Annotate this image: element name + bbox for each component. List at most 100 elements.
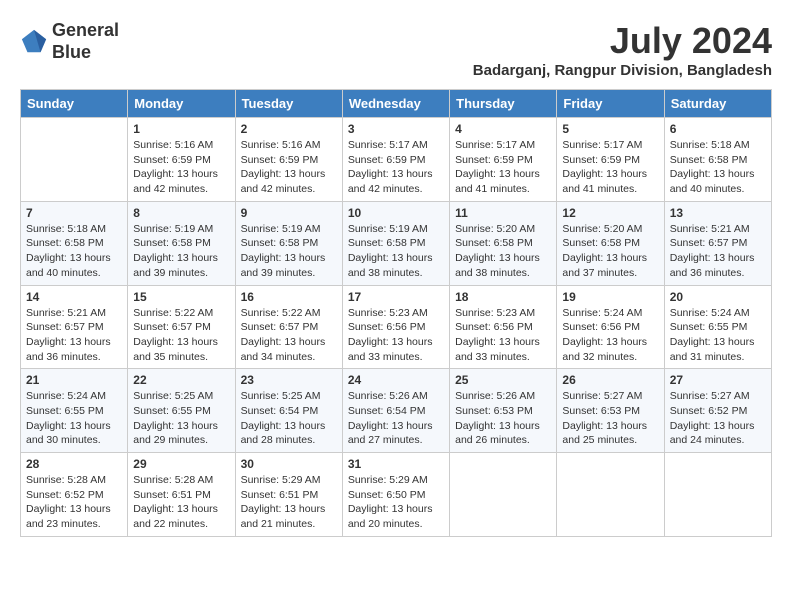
- header-friday: Friday: [557, 90, 664, 118]
- day-info: Sunrise: 5:24 AMSunset: 6:55 PMDaylight:…: [670, 306, 766, 365]
- title-section: July 2024 Badarganj, Rangpur Division, B…: [473, 20, 772, 79]
- day-info: Sunrise: 5:27 AMSunset: 6:52 PMDaylight:…: [670, 389, 766, 448]
- calendar-week-row: 28 Sunrise: 5:28 AMSunset: 6:52 PMDayligh…: [21, 453, 772, 537]
- day-info: Sunrise: 5:24 AMSunset: 6:56 PMDaylight:…: [562, 306, 658, 365]
- table-row: 5 Sunrise: 5:17 AMSunset: 6:59 PMDaylight…: [557, 118, 664, 202]
- table-row: 2Sunrise: 5:16 AMSunset: 6:59 PMDaylight…: [235, 118, 342, 202]
- day-number: 10: [348, 206, 444, 220]
- table-row: 21 Sunrise: 5:24 AMSunset: 6:55 PMDayligh…: [21, 369, 128, 453]
- table-row: 8 Sunrise: 5:19 AMSunset: 6:58 PMDaylight…: [128, 201, 235, 285]
- table-row: 1 Sunrise: 5:16 AMSunset: 6:59 PMDaylight…: [128, 118, 235, 202]
- day-info: Sunrise: 5:24 AMSunset: 6:55 PMDaylight:…: [26, 389, 122, 448]
- day-number: 6: [670, 122, 766, 136]
- day-info: Sunrise: 5:22 AMSunset: 6:57 PMDaylight:…: [241, 306, 337, 365]
- day-number: 17: [348, 290, 444, 304]
- day-number: 18: [455, 290, 551, 304]
- month-year-title: July 2024: [473, 20, 772, 62]
- table-row: 27 Sunrise: 5:27 AMSunset: 6:52 PMDayligh…: [664, 369, 771, 453]
- day-number: 24: [348, 373, 444, 387]
- day-number: 15: [133, 290, 229, 304]
- day-number: 30: [241, 457, 337, 471]
- day-number: 9: [241, 206, 337, 220]
- table-row: 13 Sunrise: 5:21 AMSunset: 6:57 PMDayligh…: [664, 201, 771, 285]
- day-number: 8: [133, 206, 229, 220]
- calendar-week-row: 21 Sunrise: 5:24 AMSunset: 6:55 PMDayligh…: [21, 369, 772, 453]
- page-header: General Blue July 2024 Badarganj, Rangpu…: [20, 20, 772, 79]
- table-row: 18Sunrise: 5:23 AMSunset: 6:56 PMDayligh…: [450, 285, 557, 369]
- day-info: Sunrise: 5:16 AMSunset: 6:59 PMDaylight:…: [133, 138, 229, 197]
- day-info: Sunrise: 5:18 AMSunset: 6:58 PMDaylight:…: [670, 138, 766, 197]
- table-row: 31 Sunrise: 5:29 AMSunset: 6:50 PMDayligh…: [342, 453, 449, 537]
- day-info: Sunrise: 5:21 AMSunset: 6:57 PMDaylight:…: [670, 222, 766, 281]
- day-number: 2: [241, 122, 337, 136]
- day-info: Sunrise: 5:17 AMSunset: 6:59 PMDaylight:…: [455, 138, 551, 197]
- table-row: 7 Sunrise: 5:18 AMSunset: 6:58 PMDaylight…: [21, 201, 128, 285]
- table-row: 6 Sunrise: 5:18 AMSunset: 6:58 PMDaylight…: [664, 118, 771, 202]
- table-row: 12 Sunrise: 5:20 AMSunset: 6:58 PMDayligh…: [557, 201, 664, 285]
- header-monday: Monday: [128, 90, 235, 118]
- day-number: 31: [348, 457, 444, 471]
- day-number: 21: [26, 373, 122, 387]
- day-number: 7: [26, 206, 122, 220]
- header-thursday: Thursday: [450, 90, 557, 118]
- table-row: 4 Sunrise: 5:17 AMSunset: 6:59 PMDaylight…: [450, 118, 557, 202]
- day-info: Sunrise: 5:20 AMSunset: 6:58 PMDaylight:…: [455, 222, 551, 281]
- day-info: Sunrise: 5:21 AMSunset: 6:57 PMDaylight:…: [26, 306, 122, 365]
- day-info: Sunrise: 5:29 AMSunset: 6:50 PMDaylight:…: [348, 473, 444, 532]
- day-number: 29: [133, 457, 229, 471]
- table-row: [21, 118, 128, 202]
- day-info: Sunrise: 5:26 AMSunset: 6:54 PMDaylight:…: [348, 389, 444, 448]
- day-info: Sunrise: 5:17 AMSunset: 6:59 PMDaylight:…: [562, 138, 658, 197]
- day-number: 4: [455, 122, 551, 136]
- day-number: 14: [26, 290, 122, 304]
- day-number: 5: [562, 122, 658, 136]
- table-row: 10 Sunrise: 5:19 AMSunset: 6:58 PMDayligh…: [342, 201, 449, 285]
- day-info: Sunrise: 5:27 AMSunset: 6:53 PMDaylight:…: [562, 389, 658, 448]
- day-number: 23: [241, 373, 337, 387]
- day-info: Sunrise: 5:25 AMSunset: 6:55 PMDaylight:…: [133, 389, 229, 448]
- day-info: Sunrise: 5:17 AMSunset: 6:59 PMDaylight:…: [348, 138, 444, 197]
- table-row: 26 Sunrise: 5:27 AMSunset: 6:53 PMDayligh…: [557, 369, 664, 453]
- day-number: 1: [133, 122, 229, 136]
- day-number: 22: [133, 373, 229, 387]
- table-row: [664, 453, 771, 537]
- day-number: 3: [348, 122, 444, 136]
- table-row: 3 Sunrise: 5:17 AMSunset: 6:59 PMDaylight…: [342, 118, 449, 202]
- calendar-table: Sunday Monday Tuesday Wednesday Thursday…: [20, 89, 772, 537]
- day-number: 13: [670, 206, 766, 220]
- day-info: Sunrise: 5:23 AMSunset: 6:56 PMDaylight:…: [348, 306, 444, 365]
- table-row: 19 Sunrise: 5:24 AMSunset: 6:56 PMDayligh…: [557, 285, 664, 369]
- calendar-week-row: 14 Sunrise: 5:21 AMSunset: 6:57 PMDayligh…: [21, 285, 772, 369]
- logo: General Blue: [20, 20, 119, 63]
- day-number: 12: [562, 206, 658, 220]
- logo-text: General Blue: [52, 20, 119, 63]
- day-number: 26: [562, 373, 658, 387]
- day-number: 25: [455, 373, 551, 387]
- header-saturday: Saturday: [664, 90, 771, 118]
- day-info: Sunrise: 5:19 AMSunset: 6:58 PMDaylight:…: [133, 222, 229, 281]
- day-number: 19: [562, 290, 658, 304]
- header-sunday: Sunday: [21, 90, 128, 118]
- table-row: 14 Sunrise: 5:21 AMSunset: 6:57 PMDayligh…: [21, 285, 128, 369]
- table-row: 22 Sunrise: 5:25 AMSunset: 6:55 PMDayligh…: [128, 369, 235, 453]
- calendar-week-row: 7 Sunrise: 5:18 AMSunset: 6:58 PMDaylight…: [21, 201, 772, 285]
- day-number: 16: [241, 290, 337, 304]
- day-info: Sunrise: 5:26 AMSunset: 6:53 PMDaylight:…: [455, 389, 551, 448]
- day-number: 27: [670, 373, 766, 387]
- table-row: [557, 453, 664, 537]
- table-row: 29 Sunrise: 5:28 AMSunset: 6:51 PMDayligh…: [128, 453, 235, 537]
- day-info: Sunrise: 5:28 AMSunset: 6:52 PMDaylight:…: [26, 473, 122, 532]
- day-info: Sunrise: 5:18 AMSunset: 6:58 PMDaylight:…: [26, 222, 122, 281]
- table-row: 28 Sunrise: 5:28 AMSunset: 6:52 PMDayligh…: [21, 453, 128, 537]
- logo-icon: [20, 28, 48, 56]
- day-info: Sunrise: 5:28 AMSunset: 6:51 PMDaylight:…: [133, 473, 229, 532]
- day-info: Sunrise: 5:19 AMSunset: 6:58 PMDaylight:…: [348, 222, 444, 281]
- day-number: 11: [455, 206, 551, 220]
- location-subtitle: Badarganj, Rangpur Division, Bangladesh: [473, 62, 772, 79]
- table-row: 24 Sunrise: 5:26 AMSunset: 6:54 PMDayligh…: [342, 369, 449, 453]
- table-row: 16 Sunrise: 5:22 AMSunset: 6:57 PMDayligh…: [235, 285, 342, 369]
- day-number: 28: [26, 457, 122, 471]
- day-info: Sunrise: 5:25 AMSunset: 6:54 PMDaylight:…: [241, 389, 337, 448]
- day-info: Sunrise: 5:20 AMSunset: 6:58 PMDaylight:…: [562, 222, 658, 281]
- table-row: 11 Sunrise: 5:20 AMSunset: 6:58 PMDayligh…: [450, 201, 557, 285]
